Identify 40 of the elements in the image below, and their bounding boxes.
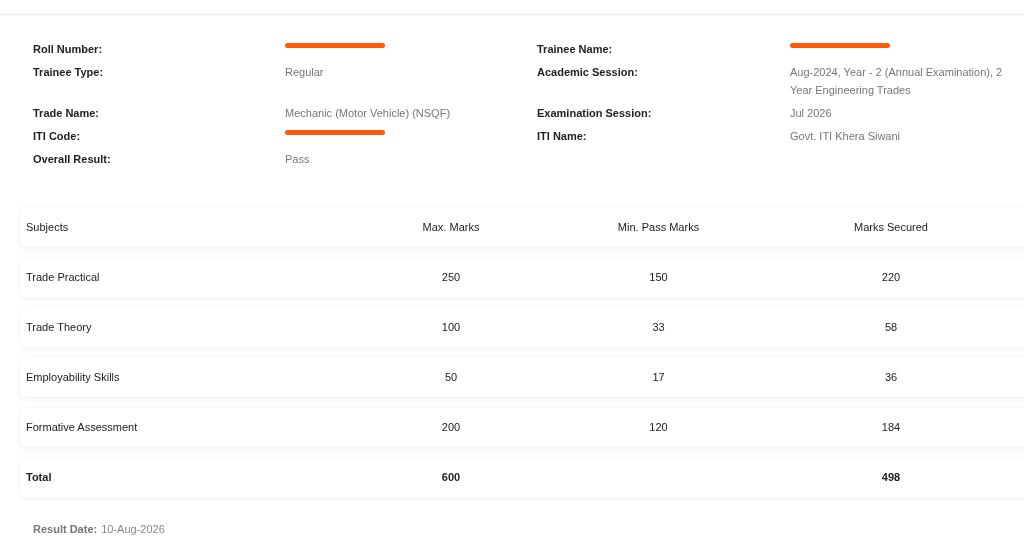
table-cell-text: 498 xyxy=(880,470,902,486)
table-cell-text: 200 xyxy=(440,420,462,436)
table-cell-text: 17 xyxy=(651,370,666,386)
table-cell-text: 36 xyxy=(883,370,899,386)
table-cell-text: 58 xyxy=(883,320,899,336)
result-date-value: 10-Aug-2026 xyxy=(101,523,165,535)
field-value: Aug-2024, Year - 2 (Annual Examination), 2 Year Engineering Trades xyxy=(790,65,1004,98)
table-cell-text: 250 xyxy=(440,270,462,286)
field-label: Academic Session: xyxy=(537,65,639,80)
field-label: Overall Result: xyxy=(33,152,112,167)
table-cell-text: Total xyxy=(26,470,53,486)
field-label: ITI Name: xyxy=(537,129,588,144)
table-cell-text: 220 xyxy=(880,270,902,286)
field-label: Roll Number: xyxy=(33,42,104,57)
table-cell-text: 100 xyxy=(440,320,462,336)
table-cell-text: 50 xyxy=(443,370,459,386)
table-cell-text: Formative Assessment xyxy=(26,420,139,436)
table-cell-text: Employability Skills xyxy=(26,370,121,386)
field-label: Examination Session: xyxy=(537,106,653,121)
column-header: Subjects xyxy=(26,220,70,236)
table-cell-text: Trade Theory xyxy=(26,320,93,336)
field-label: Trainee Name: xyxy=(537,42,614,57)
table-cell-text: 120 xyxy=(648,420,669,436)
table-cell-text: 184 xyxy=(880,420,902,436)
table-cell-text: 33 xyxy=(651,320,666,336)
field-label: Trainee Type: xyxy=(33,65,105,80)
table-cell-text: 150 xyxy=(648,270,669,286)
column-header: Marks Secured xyxy=(853,220,929,236)
column-header: Min. Pass Marks xyxy=(616,220,701,236)
column-header: Max. Marks xyxy=(421,220,481,236)
table-cell-text: 600 xyxy=(440,470,462,486)
field-value: Govt. ITI Khera Siwani xyxy=(790,129,902,144)
field-value: Regular xyxy=(285,65,325,80)
field-label: ITI Code: xyxy=(33,129,82,144)
field-value: Jul 2026 xyxy=(790,106,833,121)
field-value: Pass xyxy=(285,152,311,167)
table-cell-text: Trade Practical xyxy=(26,270,101,286)
field-value: Mechanic (Motor Vehicle) (NSQF) xyxy=(285,106,452,121)
field-label: Trade Name: xyxy=(33,106,101,121)
result-date-label: Result Date: xyxy=(33,523,98,535)
